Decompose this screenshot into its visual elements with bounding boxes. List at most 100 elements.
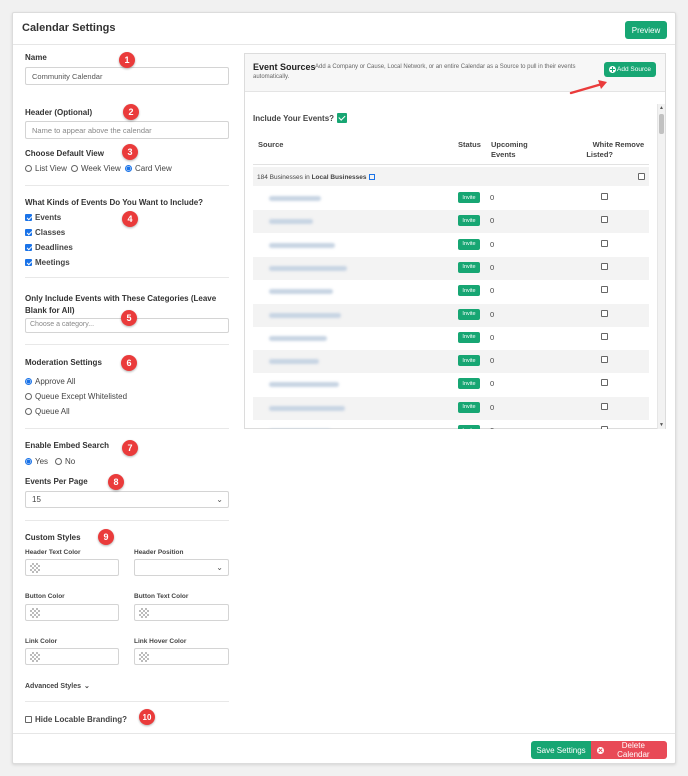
preview-button[interactable]: Preview: [625, 21, 667, 39]
white-listed-checkbox[interactable]: [601, 193, 608, 200]
kind-classes-checkbox[interactable]: Classes: [25, 228, 65, 237]
external-link-icon[interactable]: [368, 174, 375, 180]
moderation-queue-except[interactable]: Queue Except Whitelisted: [25, 392, 127, 401]
scrollbar[interactable]: ▲ ▼: [657, 104, 665, 429]
save-settings-button[interactable]: Save Settings: [531, 741, 591, 759]
header-position-label: Header Position: [134, 549, 184, 556]
table-row: Invite 0: [253, 373, 649, 396]
moderation-queue-all[interactable]: Queue All: [25, 407, 70, 416]
invite-badge[interactable]: Invite: [458, 285, 480, 297]
chevron-down-icon: ⌄: [84, 683, 90, 690]
include-your-events[interactable]: Include Your Events?: [253, 113, 348, 123]
source-name-link[interactable]: [269, 405, 345, 411]
header-position-select[interactable]: ⌄: [134, 559, 229, 576]
kind-events-checkbox[interactable]: Events: [25, 213, 61, 222]
button-color-picker[interactable]: [25, 604, 119, 621]
white-listed-checkbox[interactable]: [601, 332, 608, 340]
source-name-link[interactable]: [269, 265, 347, 271]
divider: [25, 344, 229, 345]
white-listed-checkbox[interactable]: [601, 216, 608, 224]
source-group-row: 184 Businesses in Local Businesses: [253, 167, 649, 186]
col-source: Source: [258, 140, 284, 149]
white-listed-checkbox[interactable]: [601, 239, 608, 247]
step-badge: 1: [119, 52, 135, 68]
source-name-link[interactable]: [269, 219, 313, 225]
invite-badge[interactable]: Invite: [458, 378, 480, 390]
moderation-approve-all[interactable]: Approve All: [25, 377, 75, 386]
upcoming-count: 0: [490, 356, 495, 366]
step-badge: 6: [121, 355, 137, 371]
col-white-listed: White Listed?: [586, 140, 613, 159]
invite-badge[interactable]: Invite: [458, 238, 480, 250]
invite-badge[interactable]: Invite: [458, 425, 480, 429]
table-row: Invite 0: [253, 303, 649, 327]
white-listed-checkbox[interactable]: [601, 309, 608, 317]
scroll-down-icon[interactable]: ▼: [659, 422, 664, 428]
step-badge: 7: [122, 440, 138, 456]
source-name-link[interactable]: [269, 196, 321, 201]
radio-icon: [25, 408, 32, 415]
source-name-link[interactable]: [269, 359, 319, 365]
table-row: Invite 0: [253, 280, 649, 303]
hide-branding-checkbox[interactable]: Hide Locable Branding?: [25, 715, 127, 724]
source-name-link[interactable]: [269, 312, 341, 318]
color-swatch-icon: [139, 652, 149, 662]
per-page-select[interactable]: 15 ⌄: [25, 491, 229, 508]
remove-group-checkbox[interactable]: [638, 173, 645, 180]
header-text-color-picker[interactable]: [25, 559, 119, 576]
radio-icon: [55, 458, 62, 465]
invite-badge[interactable]: Invite: [458, 355, 480, 367]
button-text-color-picker[interactable]: [134, 604, 229, 621]
col-remove: Remove: [615, 140, 645, 149]
embed-search-yes[interactable]: Yes: [25, 457, 48, 466]
radio-icon: [25, 393, 32, 400]
color-swatch-icon: [30, 563, 40, 573]
white-listed-checkbox[interactable]: [601, 262, 608, 270]
link-color-picker[interactable]: [25, 648, 119, 665]
kind-meetings-checkbox[interactable]: Meetings: [25, 258, 70, 267]
table-row: Invite 0: [253, 256, 649, 280]
invite-badge[interactable]: Invite: [458, 192, 480, 203]
kind-deadlines-checkbox[interactable]: Deadlines: [25, 243, 73, 252]
checkbox-checked-icon: [25, 229, 32, 236]
calendar-settings-card: Calendar Settings Preview Name Community…: [12, 12, 676, 764]
invite-badge[interactable]: Invite: [458, 215, 480, 227]
moderation-label: Moderation Settings: [25, 358, 102, 367]
white-listed-checkbox[interactable]: [601, 286, 608, 294]
delete-calendar-button[interactable]: Delete Calendar: [591, 741, 667, 759]
header-input[interactable]: Name to appear above the calendar: [25, 121, 229, 139]
source-name-link[interactable]: [269, 382, 339, 388]
scrollbar-thumb[interactable]: [659, 114, 664, 134]
invite-badge[interactable]: Invite: [458, 308, 480, 320]
step-badge: 2: [123, 104, 139, 120]
white-listed-checkbox[interactable]: [601, 356, 608, 364]
step-badge: 3: [122, 144, 138, 160]
source-name-link[interactable]: [269, 242, 335, 248]
link-hover-color-picker[interactable]: [134, 648, 229, 665]
embed-search-no[interactable]: No: [55, 457, 75, 466]
name-input[interactable]: Community Calendar: [25, 67, 229, 85]
table-row: Invite 0: [253, 187, 649, 210]
source-name-link[interactable]: [269, 289, 333, 295]
invite-badge[interactable]: Invite: [458, 331, 480, 343]
invite-badge[interactable]: Invite: [458, 261, 480, 273]
view-option-week[interactable]: Week View: [71, 164, 121, 173]
advanced-styles-toggle[interactable]: Advanced Styles ⌄: [25, 682, 90, 691]
table-row: Invite 0: [253, 234, 649, 257]
group-link[interactable]: Local Businesses: [312, 174, 367, 181]
white-listed-checkbox[interactable]: [601, 379, 608, 387]
divider: [25, 277, 229, 278]
white-listed-checkbox[interactable]: [601, 426, 608, 429]
divider: [25, 701, 229, 702]
view-option-card[interactable]: Card View: [125, 164, 172, 173]
close-circle-icon: [597, 746, 604, 754]
header-label: Header (Optional): [25, 108, 93, 117]
invite-badge[interactable]: Invite: [458, 401, 480, 413]
table-divider: [253, 164, 649, 165]
scroll-up-icon[interactable]: ▲: [659, 105, 664, 111]
radio-icon: [71, 165, 78, 172]
source-name-link[interactable]: [269, 335, 327, 341]
white-listed-checkbox[interactable]: [601, 402, 608, 410]
view-option-list[interactable]: List View: [25, 164, 67, 173]
divider: [25, 185, 229, 186]
